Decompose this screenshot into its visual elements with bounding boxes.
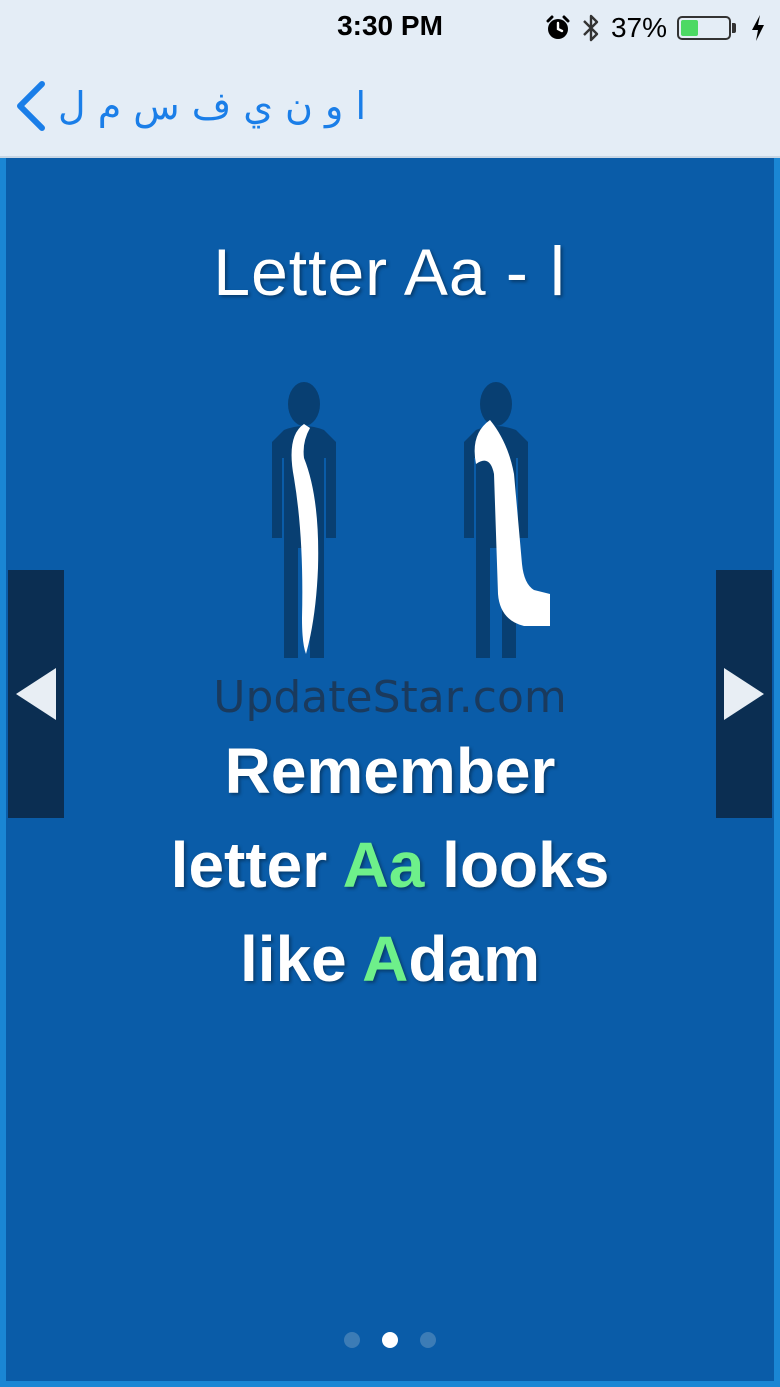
mnemonic-line-1: Remember	[224, 735, 556, 807]
triangle-left-icon	[16, 668, 56, 720]
triangle-right-icon	[724, 668, 764, 720]
watermark: UpdateStar.com	[213, 672, 567, 723]
alarm-icon	[546, 15, 570, 39]
person-figure-left	[264, 378, 344, 668]
mnemonic-text: Remember letter Aa looks like Adam	[6, 724, 774, 1006]
letter-illustration	[6, 378, 780, 678]
highlight-a: A	[362, 923, 409, 995]
page-dot[interactable]	[344, 1332, 360, 1348]
mnemonic-line-3: like Adam	[6, 912, 774, 1006]
status-icons: 37%	[545, 10, 766, 46]
status-bar: 3:30 PM 37%	[0, 0, 780, 56]
page-indicator[interactable]	[6, 1332, 774, 1348]
mnemonic-line-2-end: looks	[424, 829, 610, 901]
back-button-label: ا و ن ي ف س م ل	[58, 84, 367, 128]
highlight-aa: Aa	[342, 829, 425, 901]
navigation-bar: ا و ن ي ف س م ل	[0, 56, 780, 158]
battery-fill	[681, 20, 699, 36]
mnemonic-line-2: letter Aa looks	[6, 818, 774, 912]
battery-percent: 37%	[610, 12, 667, 43]
alif-isolated-glyph	[291, 424, 319, 654]
battery-icon	[677, 16, 736, 40]
back-button[interactable]: ا و ن ي ف س م ل	[14, 76, 366, 136]
previous-button[interactable]	[8, 570, 64, 818]
card-title: Letter Aa - ا	[213, 235, 567, 309]
chevron-left-icon	[17, 81, 45, 131]
page-dot[interactable]	[420, 1332, 436, 1348]
page-dot[interactable]	[382, 1332, 398, 1348]
mnemonic-line-3-text: like	[240, 923, 363, 995]
mnemonic-line-2-text: letter	[170, 829, 343, 901]
mnemonic-line-3-end: dam	[408, 923, 540, 995]
alif-final-glyph	[474, 420, 550, 626]
next-button[interactable]	[716, 570, 772, 818]
bluetooth-icon	[583, 14, 599, 42]
lesson-card[interactable]: Letter Aa - ا UpdateStar.com Remember le…	[0, 158, 780, 1387]
charging-icon	[752, 15, 764, 41]
person-figure-right	[456, 378, 550, 668]
